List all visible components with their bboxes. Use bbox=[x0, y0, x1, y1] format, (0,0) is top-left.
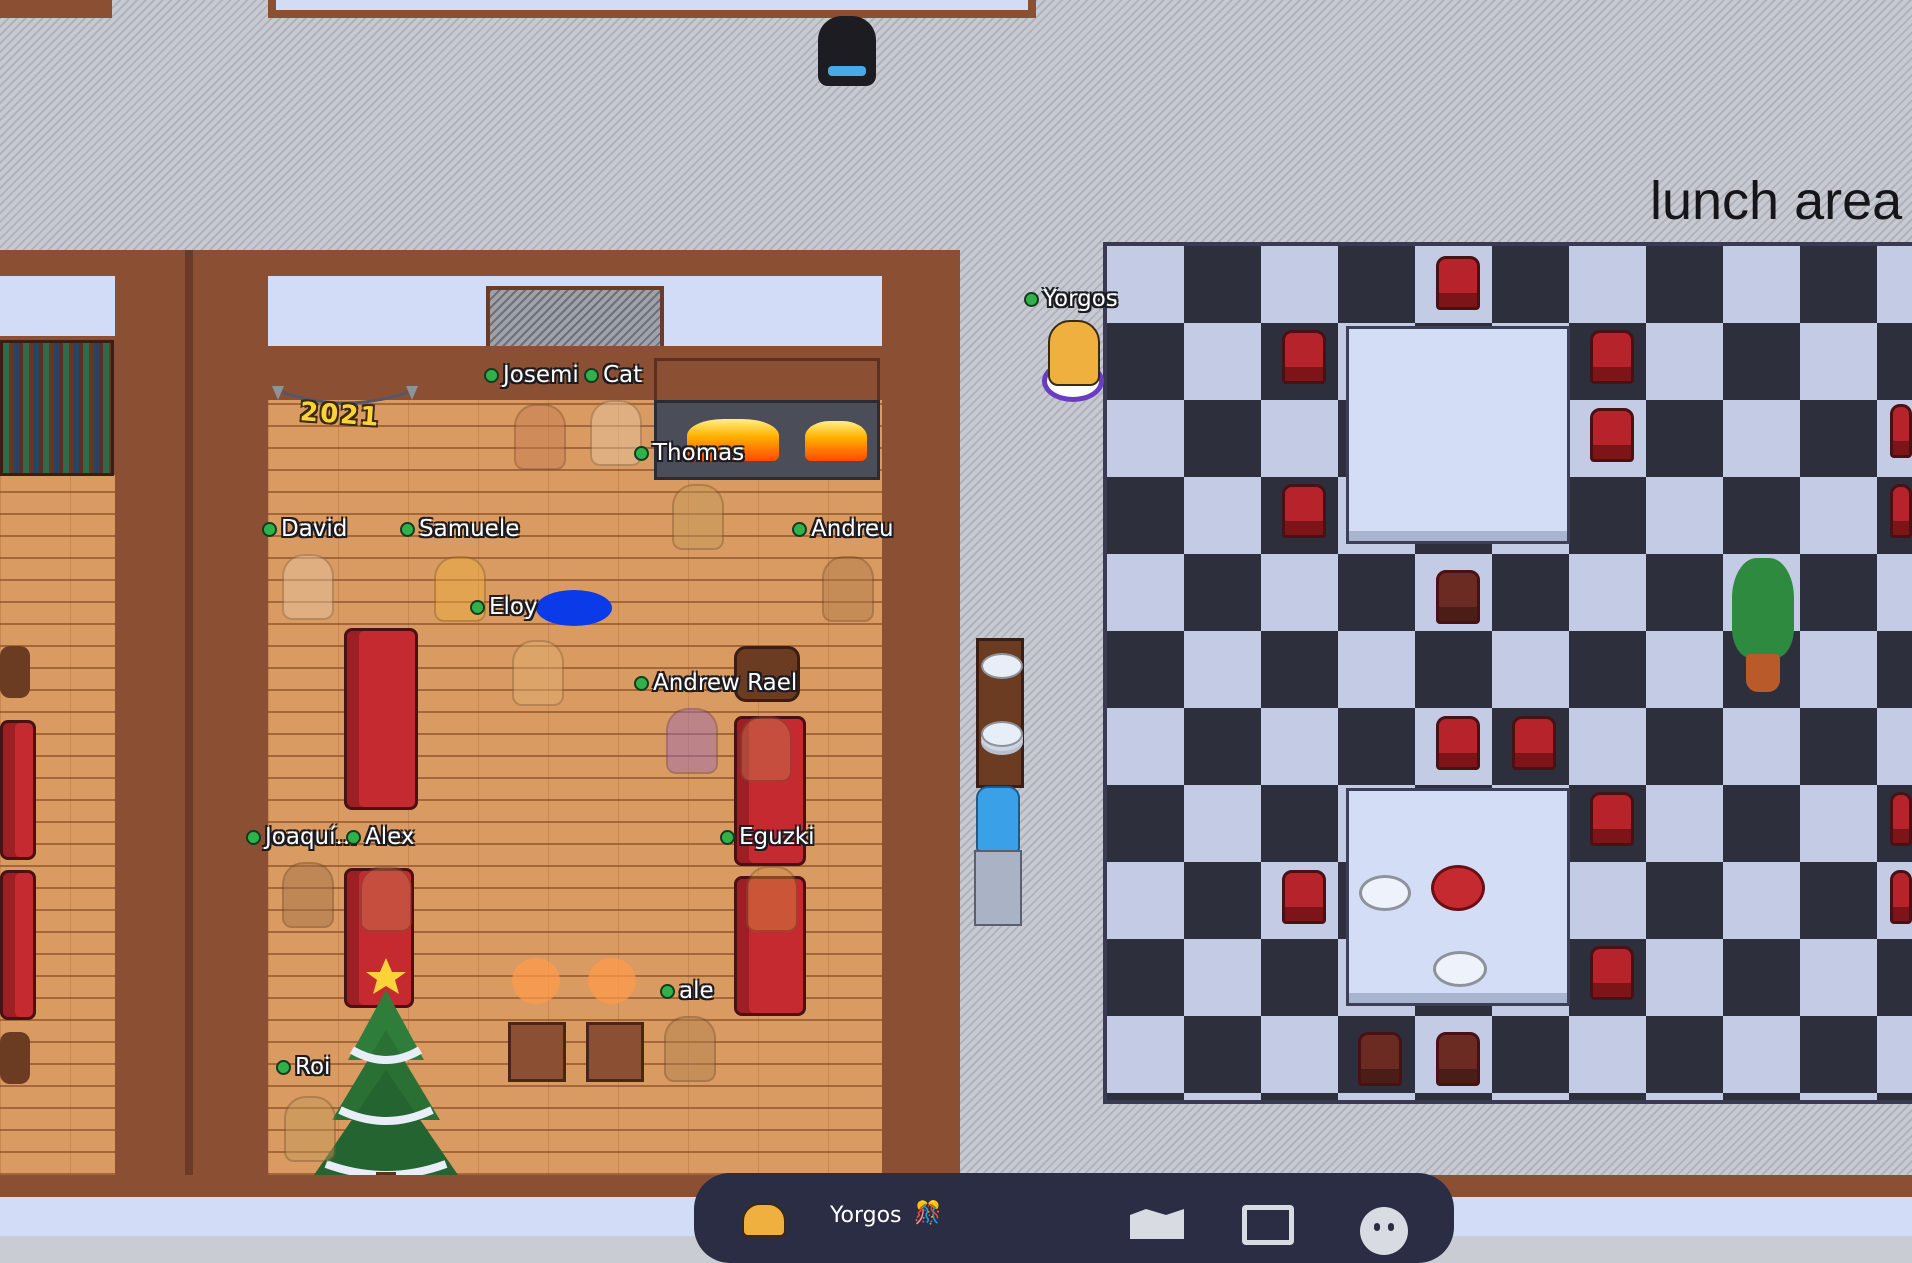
plate-rack bbox=[976, 638, 1024, 788]
chair bbox=[1436, 716, 1480, 770]
dock-user-name: Yorgos bbox=[830, 1203, 902, 1228]
online-status-dot bbox=[720, 830, 735, 845]
chair bbox=[1436, 1032, 1480, 1086]
player-name-thomas[interactable]: Thomas bbox=[634, 442, 744, 465]
game-table-1 bbox=[508, 1022, 566, 1082]
player-name-ale[interactable]: ale bbox=[660, 980, 714, 1003]
top-left-wall-fragment bbox=[0, 0, 112, 18]
chair bbox=[1590, 330, 1634, 384]
player-avatar-roi[interactable] bbox=[284, 1096, 336, 1162]
party-icon: 🎊 bbox=[914, 1201, 942, 1226]
chair bbox=[1358, 1032, 1402, 1086]
chair bbox=[1282, 484, 1326, 538]
player-name-samuele[interactable]: Samuele bbox=[400, 518, 519, 541]
player-name-david[interactable]: David bbox=[262, 518, 347, 541]
bottom-dock: Yorgos 🎊 bbox=[694, 1173, 1454, 1263]
bookshelf bbox=[0, 340, 114, 476]
water-cooler[interactable] bbox=[974, 786, 1022, 926]
chair bbox=[1436, 570, 1480, 624]
online-status-dot bbox=[400, 522, 415, 537]
player-avatar-eloy[interactable] bbox=[512, 640, 564, 706]
player-name-yorgos[interactable]: Yorgos bbox=[1024, 288, 1118, 311]
chair bbox=[1890, 870, 1912, 924]
sofa-west-2 bbox=[0, 870, 36, 1020]
player-avatar-unknown[interactable] bbox=[740, 716, 792, 782]
own-player-avatar[interactable] bbox=[1048, 320, 1100, 386]
sofa-west-1 bbox=[0, 720, 36, 860]
chair bbox=[1282, 330, 1326, 384]
chair bbox=[1590, 408, 1634, 462]
chair bbox=[1282, 870, 1326, 924]
fire-right bbox=[805, 421, 867, 461]
chair bbox=[1590, 792, 1634, 846]
player-name-eloy[interactable]: Eloy bbox=[470, 596, 538, 619]
stool-west-2 bbox=[0, 1032, 30, 1084]
online-status-dot bbox=[346, 830, 361, 845]
emoji-icon[interactable] bbox=[1360, 1207, 1408, 1255]
player-avatar-joaquin[interactable] bbox=[282, 862, 334, 928]
top-center-wall-fragment bbox=[268, 0, 1036, 18]
avatar-icon[interactable] bbox=[742, 1203, 786, 1237]
player-name-josemi[interactable]: Josemi bbox=[484, 364, 579, 387]
online-status-dot bbox=[246, 830, 261, 845]
player-name-joaquin[interactable]: Joaquí... bbox=[246, 826, 357, 849]
player-name-andrew-rael[interactable]: Andrew Rael bbox=[634, 672, 797, 695]
banner-text: 2021 bbox=[299, 397, 382, 433]
game-world-map[interactable]: lunch area 2021 Yorgos Josemi Cat Thomas… bbox=[0, 0, 1912, 1236]
online-status-dot bbox=[1024, 292, 1039, 307]
player-avatar-eguzki[interactable] bbox=[746, 866, 798, 932]
online-status-dot bbox=[276, 1060, 291, 1075]
player-avatar-ale[interactable] bbox=[664, 1016, 716, 1082]
player-avatar-alex[interactable] bbox=[360, 866, 412, 932]
player-avatar-andrew-rael[interactable] bbox=[666, 708, 718, 774]
player-avatar-josemi[interactable] bbox=[514, 404, 566, 470]
player-name-andreu[interactable]: Andreu bbox=[792, 518, 894, 541]
online-status-dot bbox=[792, 522, 807, 537]
chair bbox=[1890, 484, 1912, 538]
online-status-dot bbox=[484, 368, 499, 383]
chair bbox=[1512, 716, 1556, 770]
west-room-wall bbox=[0, 276, 115, 346]
game-table-2 bbox=[586, 1022, 644, 1082]
online-status-dot bbox=[584, 368, 599, 383]
online-status-dot bbox=[470, 600, 485, 615]
player-avatar-david[interactable] bbox=[282, 554, 334, 620]
new-year-banner: 2021 bbox=[272, 386, 418, 433]
player-avatar-thomas[interactable] bbox=[672, 484, 724, 550]
player-name-roi[interactable]: Roi bbox=[276, 1056, 330, 1079]
chair bbox=[1590, 946, 1634, 1000]
player-name-eguzki[interactable]: Eguzki bbox=[720, 826, 815, 849]
player-name-cat[interactable]: Cat bbox=[584, 364, 642, 387]
orange-stool-2 bbox=[588, 958, 636, 1004]
sofa-left bbox=[344, 628, 418, 810]
online-status-dot bbox=[660, 984, 675, 999]
player-avatar-andreu[interactable] bbox=[822, 556, 874, 622]
online-status-dot bbox=[634, 446, 649, 461]
mantel bbox=[654, 358, 880, 404]
potted-plant bbox=[1728, 558, 1798, 694]
online-status-dot bbox=[262, 522, 277, 537]
lunch-table-lower[interactable] bbox=[1346, 788, 1570, 1006]
chair bbox=[1890, 792, 1912, 846]
paint-blob bbox=[536, 590, 612, 626]
hallway-divider bbox=[185, 250, 193, 1175]
chair bbox=[1890, 404, 1912, 458]
screen-share-icon[interactable] bbox=[1242, 1205, 1294, 1245]
player-name-alex[interactable]: Alex bbox=[346, 826, 414, 849]
area-label: lunch area bbox=[1650, 171, 1903, 231]
chair bbox=[1436, 256, 1480, 310]
player-avatar-top[interactable] bbox=[818, 16, 876, 86]
lunch-table-upper[interactable] bbox=[1346, 326, 1570, 544]
online-status-dot bbox=[634, 676, 649, 691]
map-icon[interactable] bbox=[1130, 1209, 1184, 1243]
stool-west-1 bbox=[0, 646, 30, 698]
orange-stool-1 bbox=[512, 958, 560, 1004]
